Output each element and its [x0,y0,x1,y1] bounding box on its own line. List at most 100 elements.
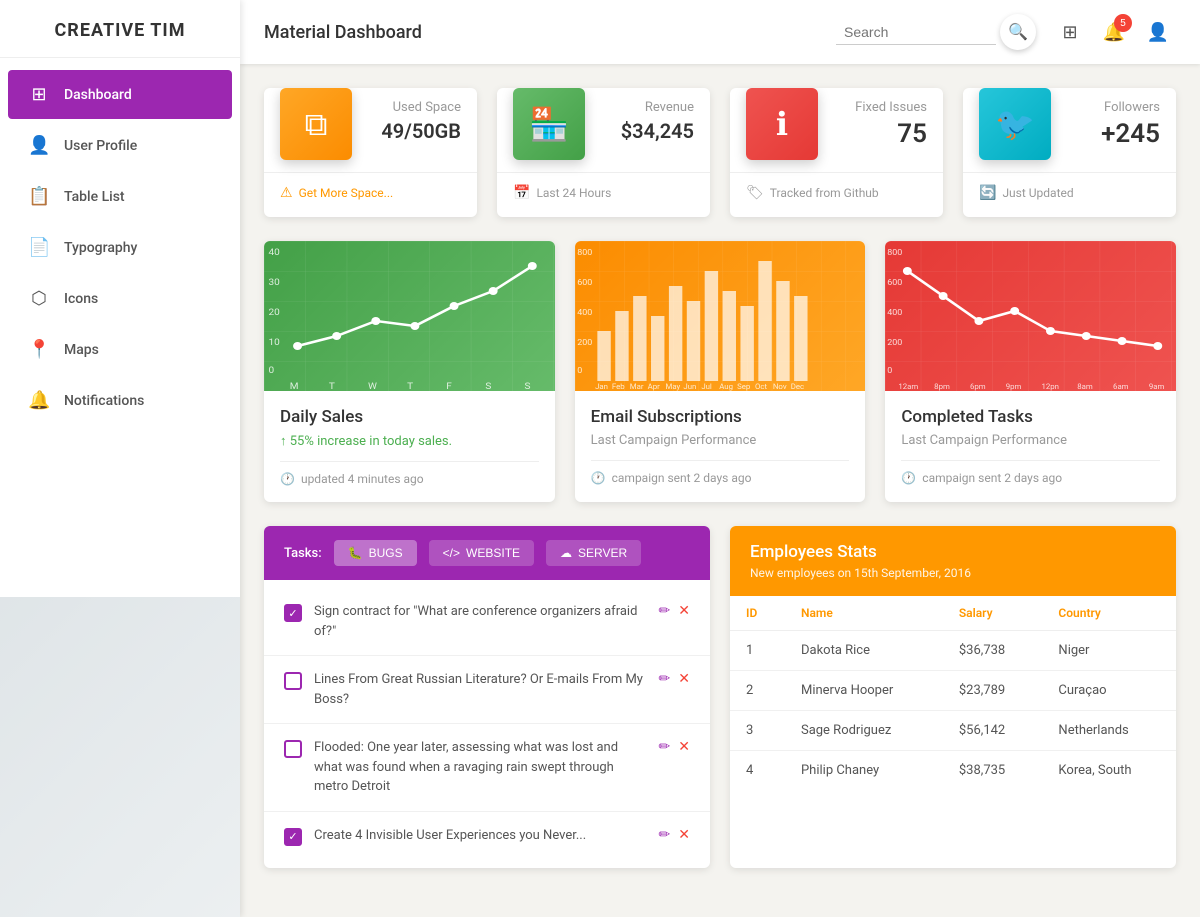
fixed-issues-footer-text: Tracked from Github [770,186,879,200]
edit-task-1-button[interactable]: ✏ [659,602,671,619]
chart-card-daily-sales: 40 30 20 10 0 M T [264,241,555,502]
svg-text:May: May [665,382,680,390]
task-checkbox-3[interactable] [284,740,302,758]
sidebar-item-table-list[interactable]: 📋 Table List [8,172,232,221]
col-country: Country [1042,596,1176,631]
tasks-list: ✓ Sign contract for "What are conference… [264,580,710,868]
svg-text:Aug: Aug [719,382,733,390]
delete-task-3-button[interactable]: ✕ [678,738,690,755]
edit-task-4-button[interactable]: ✏ [659,826,671,843]
employee-name-1: Dakota Rice [785,631,943,671]
sidebar-item-maps[interactable]: 📍 Maps [8,325,232,374]
svg-text:0: 0 [577,366,582,375]
fixed-issues-label: Fixed Issues [818,100,927,115]
tag-icon: 🏷 [746,185,764,201]
notification-badge: 5 [1114,14,1132,32]
daily-sales-body: Daily Sales ↑ 55% increase in today sale… [264,391,555,502]
search-container: 🔍 [836,14,1036,50]
tab-server[interactable]: ☁ SERVER [546,540,641,566]
table-row: 2 Minerva Hooper $23,789 Curaçao [730,671,1176,711]
svg-text:Nov: Nov [773,382,787,390]
task-actions-4: ✏ ✕ [659,826,690,843]
sidebar-item-user-profile[interactable]: 👤 User Profile [8,121,232,170]
sidebar-item-dashboard[interactable]: ⊞ Dashboard [8,70,232,119]
email-title: Email Subscriptions [591,407,850,427]
col-name: Name [785,596,943,631]
task-checkbox-1[interactable]: ✓ [284,604,302,622]
search-input[interactable] [836,20,996,45]
sidebar-item-typography[interactable]: 📄 Typography [8,223,232,272]
delete-task-2-button[interactable]: ✕ [678,670,690,687]
daily-sales-footer-text: updated 4 minutes ago [301,472,424,486]
calendar-icon: 📅 [513,185,530,201]
col-id: ID [730,596,785,631]
completed-tasks-title: Completed Tasks [901,407,1160,427]
grid-button[interactable]: ⊞ [1052,14,1088,50]
daily-sales-subtitle: ↑ 55% increase in today sales. [280,433,539,449]
svg-text:T: T [329,381,335,391]
bottom-row: Tasks: 🐛 BUGS </> WEBSITE ☁ SERVER [264,526,1176,868]
tasks-header: Tasks: 🐛 BUGS </> WEBSITE ☁ SERVER [264,526,710,580]
warning-icon: ⚠ [280,185,293,201]
tab-bugs[interactable]: 🐛 BUGS [334,540,417,566]
search-button[interactable]: 🔍 [1000,14,1036,50]
table-header-row: ID Name Salary Country [730,596,1176,631]
stat-card-header-revenue: 🏪 Revenue $34,245 [497,88,710,160]
svg-text:Oct: Oct [755,382,768,390]
used-space-icon: ⧉ [280,88,352,160]
code-icon: </> [443,546,460,560]
svg-text:Mar: Mar [629,382,643,390]
email-body: Email Subscriptions Last Campaign Perfor… [575,391,866,501]
typography-icon: 📄 [28,237,50,258]
revenue-info: Revenue $34,245 [585,88,694,143]
sidebar-background [0,597,240,917]
header-icons: ⊞ 🔔 5 👤 [1052,14,1176,50]
edit-task-3-button[interactable]: ✏ [659,738,671,755]
employee-salary-2: $23,789 [943,671,1043,711]
used-space-footer-text[interactable]: Get More Space... [299,186,394,200]
employee-id-3: 3 [730,711,785,751]
followers-footer: 🔄 Just Updated [963,172,1176,201]
svg-text:200: 200 [888,338,903,347]
svg-text:10: 10 [268,337,279,347]
tab-website[interactable]: </> WEBSITE [429,540,534,566]
task-checkbox-4[interactable]: ✓ [284,828,302,846]
task-checkbox-2[interactable] [284,672,302,690]
svg-text:6am: 6am [1113,382,1128,390]
svg-text:20: 20 [268,307,279,317]
daily-sales-footer: 🕐 updated 4 minutes ago [280,461,539,486]
sidebar-item-notifications[interactable]: 🔔 Notifications [8,376,232,425]
followers-value: +245 [1051,119,1160,149]
content-area: ⧉ Used Space 49/50GB ⚠ Get More Space...… [240,64,1200,892]
revenue-value: $34,245 [585,119,694,143]
task-text-2: Lines From Great Russian Literature? Or … [314,670,647,709]
fixed-issues-footer: 🏷 Tracked from Github [730,172,943,201]
svg-text:200: 200 [577,338,592,347]
employee-id-4: 4 [730,751,785,791]
employee-country-2: Curaçao [1042,671,1176,711]
notifications-icon: 🔔 [28,390,50,411]
delete-task-1-button[interactable]: ✕ [678,602,690,619]
svg-text:Jul: Jul [701,382,712,390]
completed-tasks-chart: 800 600 400 200 0 12am [885,241,1176,391]
stat-card-used-space: ⧉ Used Space 49/50GB ⚠ Get More Space... [264,88,477,217]
table-icon: 📋 [28,186,50,207]
user-menu-button[interactable]: 👤 [1140,14,1176,50]
delete-task-4-button[interactable]: ✕ [678,826,690,843]
task-actions-3: ✏ ✕ [659,738,690,755]
sidebar-logo: CREATIVE TIM [0,0,240,58]
page-title: Material Dashboard [264,22,836,43]
employee-id-1: 1 [730,631,785,671]
notifications-button[interactable]: 🔔 5 [1096,14,1132,50]
employees-table-head: ID Name Salary Country [730,596,1176,631]
svg-text:T: T [407,381,413,391]
used-space-label: Used Space [352,100,461,115]
svg-text:F: F [446,381,452,391]
svg-text:Sep: Sep [737,382,750,390]
edit-task-2-button[interactable]: ✏ [659,670,671,687]
sidebar-item-icons[interactable]: ⬡ Icons [8,274,232,323]
revenue-label: Revenue [585,100,694,115]
sidebar-item-label-dashboard: Dashboard [64,87,132,103]
clock-icon-email: 🕐 [591,471,606,485]
employee-name-4: Philip Chaney [785,751,943,791]
